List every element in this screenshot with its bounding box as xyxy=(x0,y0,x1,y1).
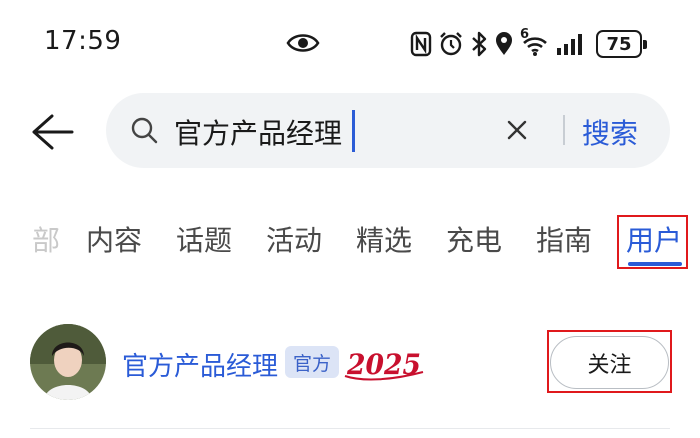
battery-icon: 75 xyxy=(596,30,647,58)
tab-guide[interactable]: 指南 xyxy=(536,219,592,259)
tab-charging[interactable]: 充电 xyxy=(446,219,502,259)
users-tab-highlight xyxy=(617,215,688,269)
wifi-group: 6 xyxy=(520,27,550,57)
avatar-image xyxy=(30,324,106,400)
status-icons: 6 75 xyxy=(410,27,647,60)
follow-button-highlight xyxy=(547,330,672,393)
row-divider xyxy=(30,428,670,429)
nfc-icon xyxy=(410,31,432,57)
bluetooth-icon xyxy=(472,31,487,57)
search-divider xyxy=(563,115,565,145)
wifi-icon xyxy=(523,37,547,56)
status-time: 17:59 xyxy=(44,26,122,56)
tab-all[interactable]: 部 xyxy=(32,219,60,259)
search-results-screen: 17:59 6 75 官方产品经理 搜索 部 内容 话题 活动 精选 充电 指南… xyxy=(0,0,700,438)
search-bar: 官方产品经理 搜索 xyxy=(106,93,670,168)
alarm-icon xyxy=(440,32,462,56)
year-badge: 2025 xyxy=(344,348,424,381)
tab-content[interactable]: 内容 xyxy=(86,219,142,259)
location-icon xyxy=(496,32,512,55)
status-bar: 17:59 6 75 xyxy=(0,0,700,88)
clear-icon[interactable] xyxy=(506,119,528,141)
battery-level: 75 xyxy=(606,33,632,55)
search-input[interactable]: 官方产品经理 xyxy=(174,112,342,152)
text-caret xyxy=(352,110,355,152)
tab-topics[interactable]: 话题 xyxy=(176,219,232,259)
back-icon[interactable] xyxy=(30,112,74,152)
tab-events[interactable]: 活动 xyxy=(266,219,322,259)
search-icon xyxy=(131,117,158,144)
signal-icon xyxy=(557,34,582,55)
search-button[interactable]: 搜索 xyxy=(582,112,638,152)
user-name[interactable]: 官方产品经理 xyxy=(122,346,278,383)
tab-featured[interactable]: 精选 xyxy=(356,219,412,259)
avatar[interactable] xyxy=(30,324,106,400)
tab-bar: 部 内容 话题 活动 精选 充电 指南 用户 xyxy=(0,205,700,275)
eye-icon xyxy=(286,34,320,52)
official-badge: 官方 xyxy=(285,346,339,378)
